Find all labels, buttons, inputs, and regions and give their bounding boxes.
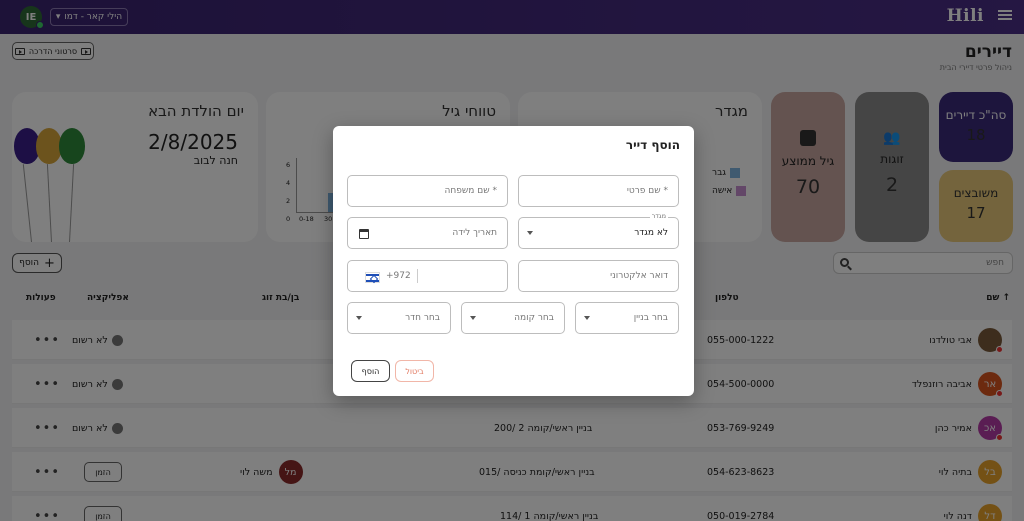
first-name-placeholder: שם פרטי * bbox=[626, 186, 668, 196]
gender-legend: מגדר bbox=[649, 212, 668, 220]
floor-placeholder: בחר קומה bbox=[514, 313, 554, 323]
building-select[interactable]: בחר בניין bbox=[575, 302, 679, 334]
gender-value: לא מגדר bbox=[634, 228, 668, 238]
cancel-button[interactable]: ביטול bbox=[395, 360, 434, 382]
first-name-field[interactable]: שם פרטי * bbox=[518, 175, 679, 207]
add-resident-dialog: הוסף דייר שם פרטי * שם משפחה * מגדר לא מ… bbox=[333, 126, 694, 396]
dropdown-caret-icon bbox=[470, 316, 476, 320]
room-placeholder: בחר חדר bbox=[405, 313, 440, 323]
gender-select[interactable]: מגדר לא מגדר bbox=[518, 212, 679, 249]
room-select[interactable]: בחר חדר bbox=[347, 302, 451, 334]
calendar-icon[interactable] bbox=[359, 229, 369, 239]
last-name-placeholder: שם משפחה * bbox=[444, 186, 497, 196]
phone-field[interactable]: +972 bbox=[347, 260, 508, 292]
phone-prefix: +972 bbox=[386, 271, 411, 281]
submit-button[interactable]: הוסף bbox=[351, 360, 390, 382]
dropdown-caret-icon bbox=[527, 231, 533, 235]
dialog-title: הוסף דייר bbox=[625, 138, 680, 152]
israel-flag-icon[interactable] bbox=[365, 272, 380, 283]
last-name-field[interactable]: שם משפחה * bbox=[347, 175, 508, 207]
birthdate-field[interactable]: תאריך לידה bbox=[347, 217, 508, 249]
divider bbox=[416, 269, 418, 283]
birthdate-placeholder: תאריך לידה bbox=[452, 228, 497, 238]
floor-select[interactable]: בחר קומה bbox=[461, 302, 565, 334]
email-field[interactable]: דואר אלקטרוני bbox=[518, 260, 679, 292]
dropdown-caret-icon bbox=[584, 316, 590, 320]
building-placeholder: בחר בניין bbox=[633, 313, 668, 323]
email-placeholder: דואר אלקטרוני bbox=[610, 271, 668, 281]
dropdown-caret-icon bbox=[356, 316, 362, 320]
